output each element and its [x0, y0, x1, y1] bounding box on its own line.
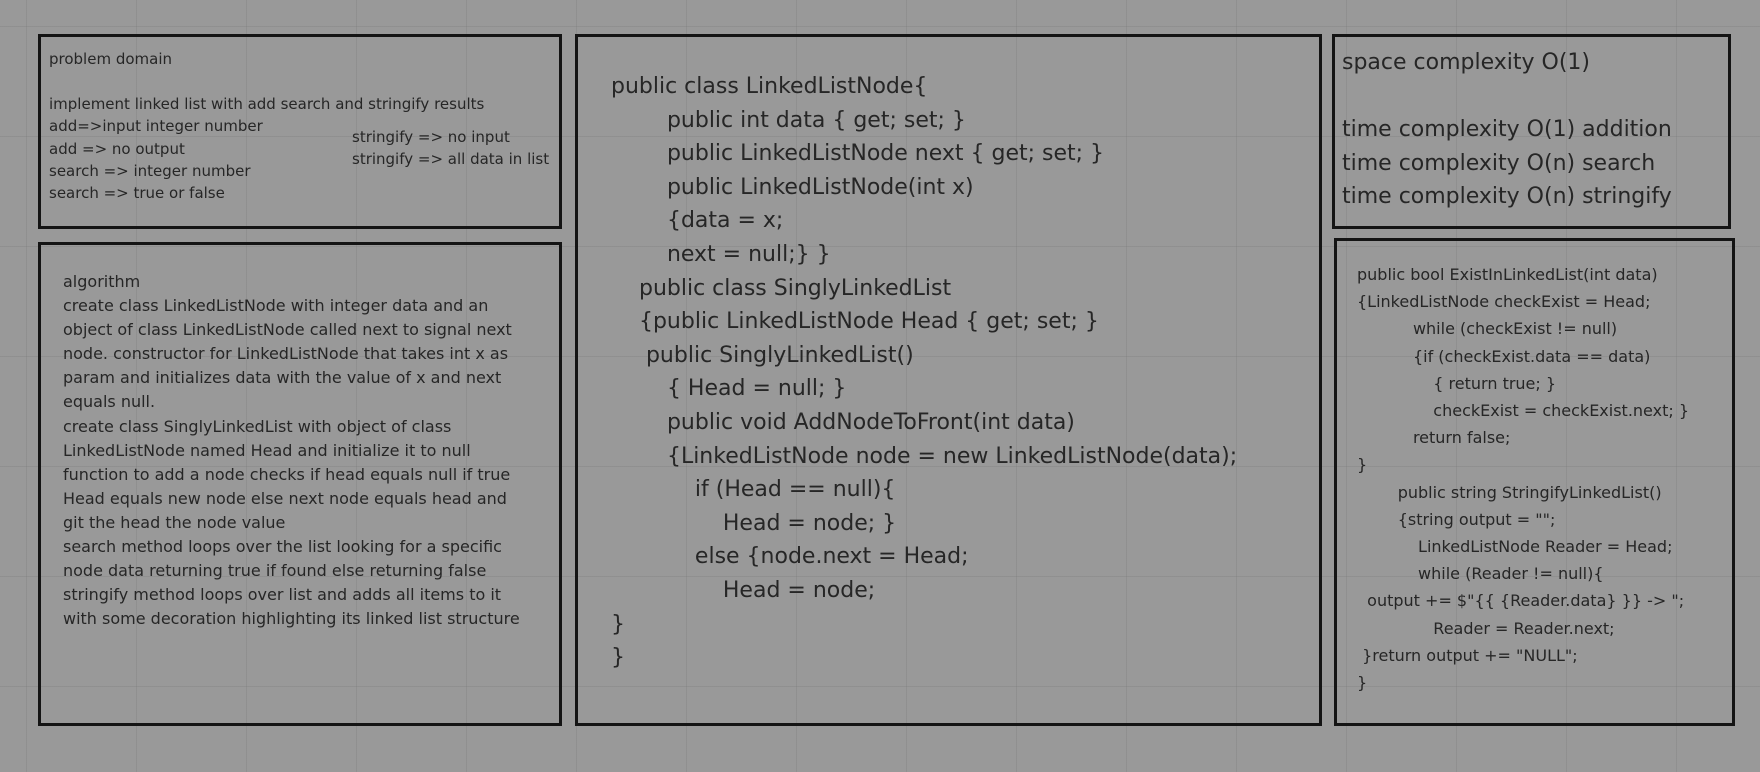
code-line: } [611, 611, 625, 637]
algorithm-text: algorithm create class LinkedListNode wi… [63, 270, 520, 631]
code-line: if (Head == null){ [611, 477, 896, 503]
complexity-line: time complexity O(n) stringify [1342, 184, 1672, 210]
algorithm-line: Head equals new node else next node equa… [63, 488, 507, 508]
code-line: {LinkedListNode node = new LinkedListNod… [611, 443, 1238, 469]
code-line: public LinkedListNode next { get; set; } [611, 141, 1105, 167]
algorithm-line: create class LinkedListNode with integer… [63, 296, 489, 316]
functions-code-line: } [1357, 455, 1368, 475]
functions-code-line: public bool ExistInLinkedList(int data) [1357, 265, 1658, 284]
code-box: public class LinkedListNode{ public int … [575, 34, 1322, 726]
code-line: public void AddNodeToFront(int data) [611, 409, 1075, 435]
algorithm-line: object of class LinkedListNode called ne… [63, 320, 512, 340]
algorithm-line: git the head the node value [63, 512, 286, 532]
algorithm-line: with some decoration highlighting its li… [63, 609, 520, 629]
algorithm-line: equals null. [63, 392, 156, 412]
functions-code-line: while (Reader != null){ [1357, 564, 1604, 584]
code-line: { Head = null; } [611, 376, 847, 402]
problem-domain-line: implement linked list with add search an… [49, 94, 485, 113]
algorithm-line: LinkedListNode named Head and initialize… [63, 440, 471, 460]
algorithm-line: stringify method loops over list and add… [63, 585, 502, 605]
problem-domain-stringify-notes: stringify => no input stringify => all d… [352, 126, 549, 171]
functions-code-line: checkExist = checkExist.next; } [1357, 401, 1690, 421]
code-line: public int data { get; set; } [611, 107, 966, 133]
problem-domain-line: problem domain [49, 50, 173, 68]
code-line: {data = x; [611, 208, 784, 234]
code-line: Head = node; [611, 577, 876, 603]
problem-domain-box: problem domain implement linked list wit… [38, 34, 562, 229]
algorithm-line: create class SinglyLinkedList with objec… [63, 416, 452, 436]
functions-code-line: { return true; } [1357, 373, 1557, 393]
algorithm-line: algorithm [63, 272, 141, 291]
functions-code-line: LinkedListNode Reader = Head; [1357, 537, 1673, 557]
algorithm-line: param and initializes data with the valu… [63, 368, 502, 388]
code-line: public SinglyLinkedList() [611, 342, 914, 368]
code-line: public class SinglyLinkedList [611, 275, 952, 301]
functions-code-line: Reader = Reader.next; [1357, 618, 1615, 638]
algorithm-line: search method loops over the list lookin… [63, 537, 502, 557]
problem-domain-line [49, 70, 484, 92]
complexity-box: space complexity O(1) time complexity O(… [1332, 34, 1731, 229]
code-line: public class LinkedListNode{ [611, 74, 928, 99]
problem-domain-line: stringify => no input [352, 128, 510, 146]
functions-code-line: return false; [1357, 428, 1511, 448]
complexity-line: time complexity O(1) addition [1342, 117, 1672, 143]
complexity-line: time complexity O(n) search [1342, 150, 1656, 176]
functions-code-box: public bool ExistInLinkedList(int data) … [1334, 238, 1735, 726]
code-line: } [611, 645, 625, 671]
functions-code-line: public string StringifyLinkedList() [1357, 482, 1662, 502]
code-line: public LinkedListNode(int x) [611, 174, 974, 200]
functions-code-line: {if (checkExist.data == data) [1357, 346, 1651, 366]
algorithm-line: function to add a node checks if head eq… [63, 464, 511, 484]
functions-code-line: output += $"{{ {Reader.data} }} -> "; [1357, 591, 1685, 611]
complexity-text: space complexity O(1) time complexity O(… [1342, 46, 1672, 214]
problem-domain-line: search => true or false [49, 184, 225, 203]
functions-code-line: }return output += "NULL"; [1357, 645, 1578, 665]
algorithm-line: node. constructor for LinkedListNode tha… [63, 344, 509, 364]
functions-code-line: {string output = ""; [1357, 509, 1556, 529]
code-line: else {node.next = Head; [611, 544, 969, 570]
problem-domain-line: stringify => all data in list [352, 150, 550, 169]
functions-code-line: {LinkedListNode checkExist = Head; [1357, 292, 1651, 312]
functions-code-text: public bool ExistInLinkedList(int data) … [1357, 261, 1689, 696]
complexity-line: space complexity O(1) [1342, 50, 1590, 75]
code-line: {public LinkedListNode Head { get; set; … [611, 309, 1099, 335]
complexity-line [1342, 80, 1672, 114]
functions-code-line: } [1357, 673, 1368, 693]
code-line: Head = node; } [611, 510, 897, 536]
algorithm-box: algorithm create class LinkedListNode wi… [38, 242, 562, 726]
code-text: public class LinkedListNode{ public int … [611, 70, 1237, 675]
functions-code-line: while (checkExist != null) [1357, 319, 1618, 339]
code-line: next = null;} } [611, 241, 831, 267]
algorithm-line: node data returning true if found else r… [63, 561, 487, 581]
